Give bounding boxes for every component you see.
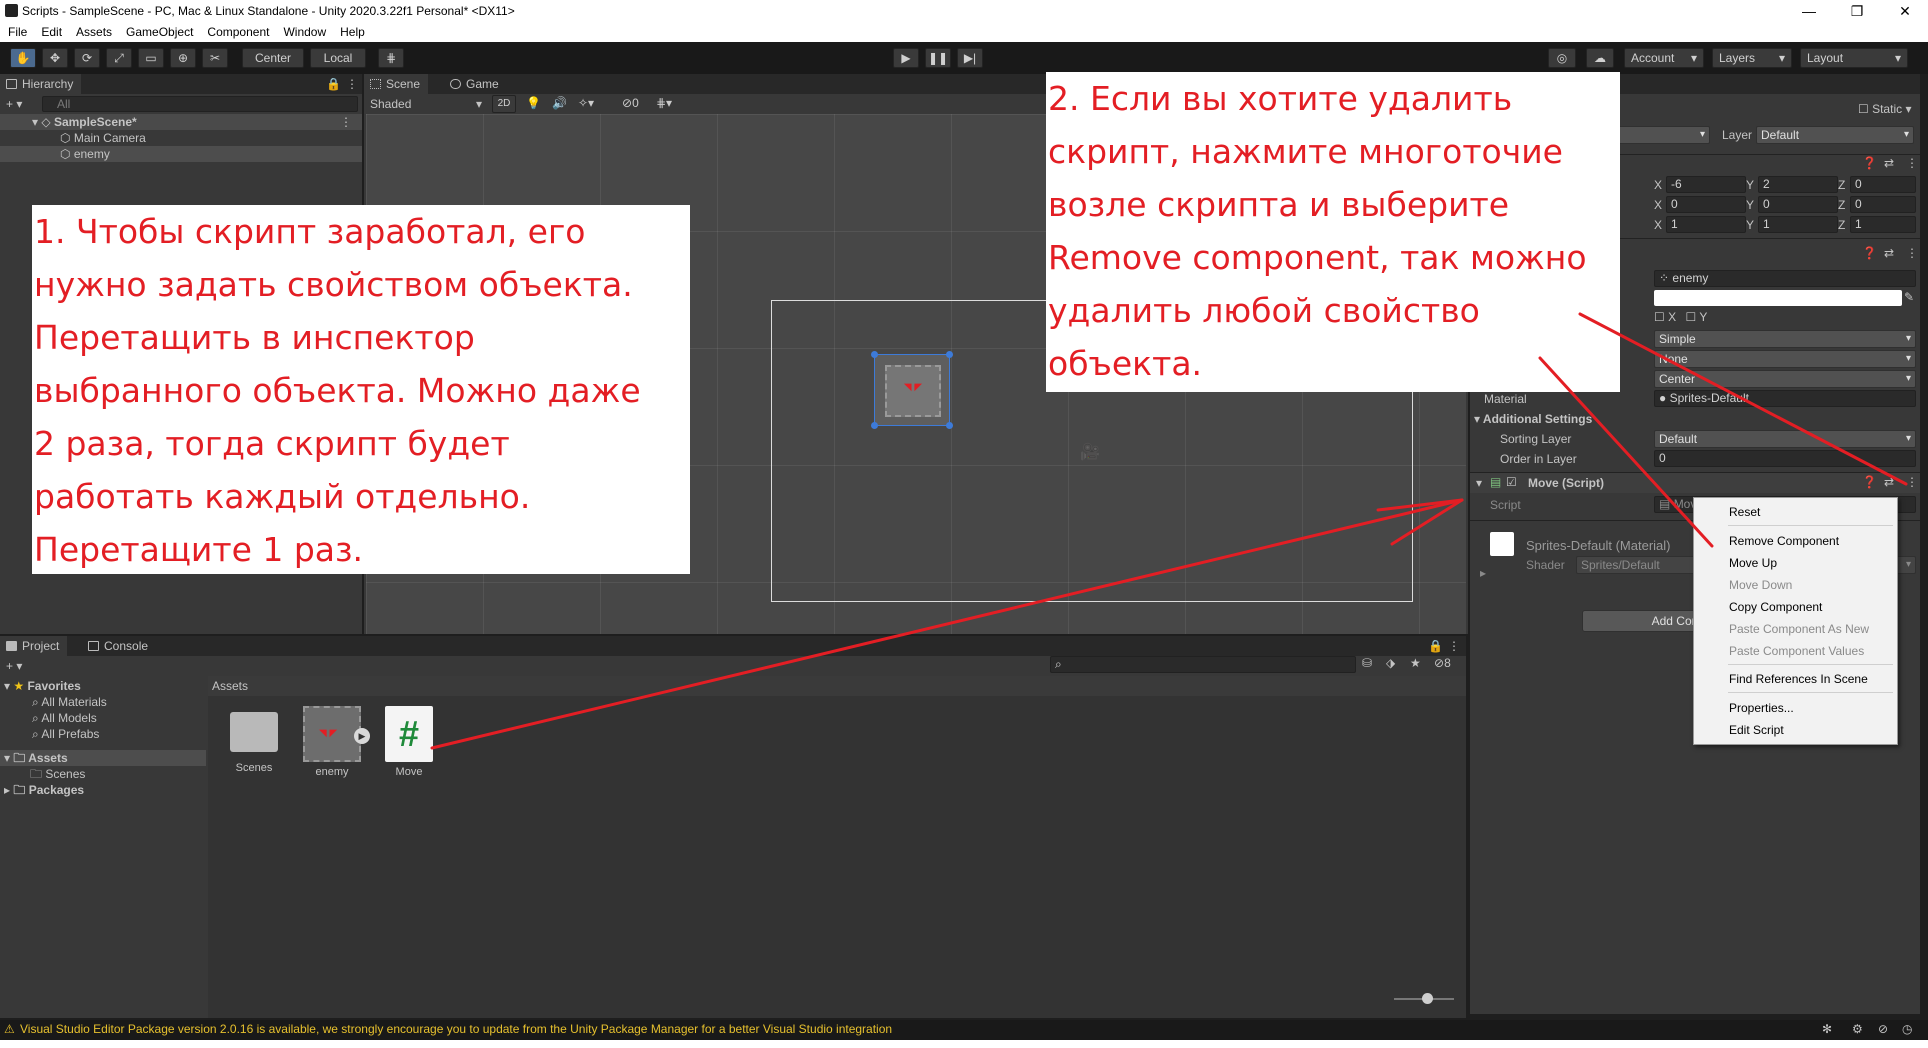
auto-generate-lighting-icon[interactable]: ⊘ bbox=[1878, 1022, 1888, 1036]
bottom-strip bbox=[0, 1040, 1928, 1048]
progress-icon[interactable]: ◷ bbox=[1902, 1022, 1912, 1036]
status-message[interactable]: Visual Studio Editor Package version 2.0… bbox=[20, 1022, 892, 1036]
warning-icon: ⚠ bbox=[4, 1022, 15, 1036]
annotation-arrows bbox=[430, 312, 1908, 750]
arrow-more-options bbox=[1578, 312, 1908, 486]
bug-icon[interactable]: ✻ bbox=[1822, 1022, 1832, 1036]
arrow-drag-script bbox=[430, 498, 1464, 750]
debug-icon[interactable]: ⚙ bbox=[1852, 1022, 1863, 1036]
status-bar: ⚠ Visual Studio Editor Package version 2… bbox=[0, 1020, 1928, 1048]
arrow-remove-component bbox=[1538, 356, 1714, 548]
